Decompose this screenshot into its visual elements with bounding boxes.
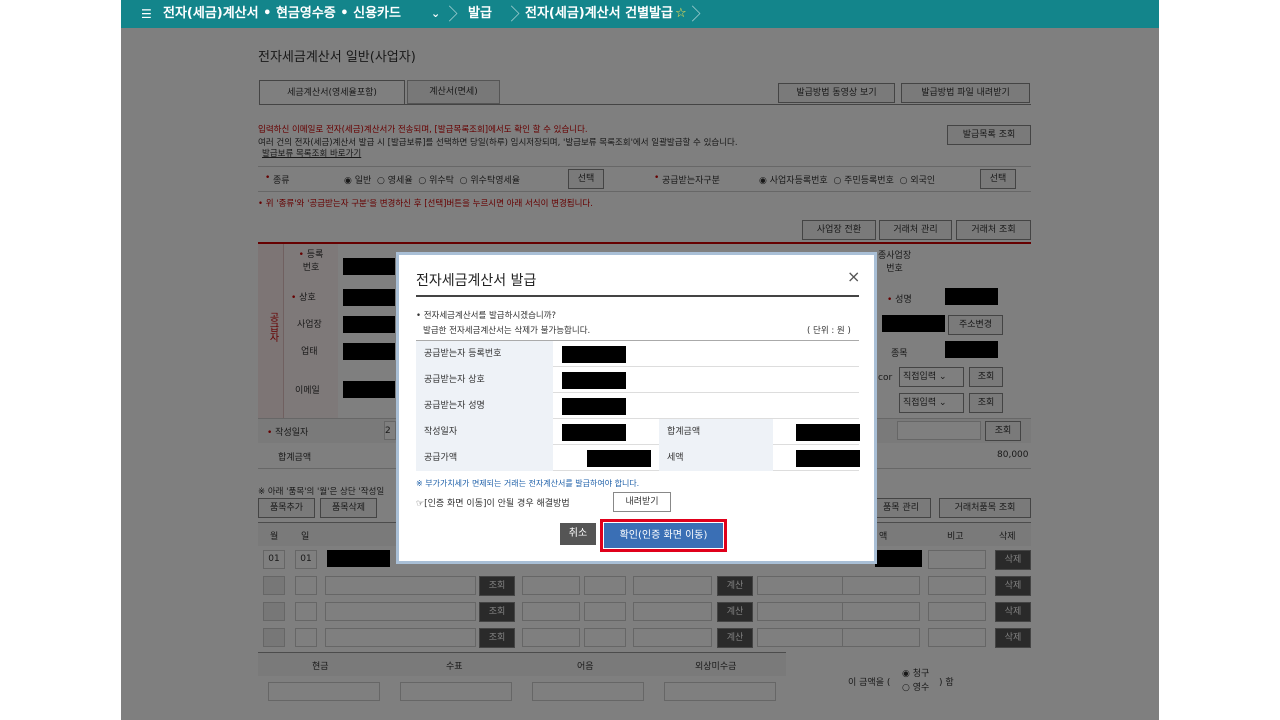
breadcrumb-issue[interactable]: 발급 [468,0,492,28]
confirm-auth-button[interactable]: 확인(인증 화면 이동) [604,523,723,548]
table-row: 공급받는자 등록번호 [416,341,859,367]
top-navigation-bar: ☰ 전자(세금)계산서 • 현금영수증 • 신용카드 ⌄ 발급 전자(세금)계산… [121,0,1159,28]
table-row: 공급받는자 상호 [416,367,859,393]
menu-category[interactable]: 전자(세금)계산서 • 현금영수증 • 신용카드 [163,0,401,28]
breadcrumb-separator-icon [685,0,699,28]
delete-warning: 발급한 전자세금계산서는 삭제가 불가능합니다. [423,326,591,336]
label-receiver-name: 공급받는자 성명 [416,393,553,419]
hamburger-menu-icon[interactable]: ☰ [141,0,152,28]
redacted-value [562,346,626,363]
vat-exempt-note: ※ 부가가치세가 면제되는 거래는 전자계산서를 발급하여야 합니다. [416,479,640,488]
redacted-value [796,424,860,441]
redacted-value [562,372,626,389]
breadcrumb-current[interactable]: 전자(세금)계산서 건별발급 [525,0,673,28]
title-divider [416,295,859,297]
cancel-button[interactable]: 취소 [560,523,596,545]
redacted-value [562,424,626,441]
label-total-amount: 합계금액 [659,419,773,445]
breadcrumb-separator-icon [504,0,518,28]
label-receiver-reg-no: 공급받는자 등록번호 [416,341,553,367]
table-row: 공급가액 세액 [416,445,860,471]
table-row: 공급받는자 성명 [416,393,859,419]
dialog-title: 전자세금계산서 발급 [416,273,537,289]
help-download-button[interactable]: 내려받기 [613,492,671,512]
redacted-value [587,450,651,467]
issue-confirm-dialog: 전자세금계산서 발급 × • 전자세금계산서를 발급하시겠습니까? 발급한 전자… [396,252,877,564]
close-icon[interactable]: × [847,267,860,286]
unit-label: ( 단위 : 원 ) [807,326,851,336]
label-write-date: 작성일자 [416,419,553,445]
redacted-value [796,450,860,467]
label-tax-amount: 세액 [659,445,773,471]
label-supply-amount: 공급가액 [416,445,553,471]
auth-help-text: ☞[인증 화면 이동]이 안될 경우 해결방법 [416,499,570,509]
label-receiver-company: 공급받는자 상호 [416,367,553,393]
chevron-down-icon[interactable]: ⌄ [431,0,440,28]
confirm-question: • 전자세금계산서를 발급하시겠습니까? [416,311,557,321]
table-row: 작성일자 합계금액 [416,419,860,445]
redacted-value [562,398,626,415]
breadcrumb-separator-icon [442,0,456,28]
summary-table: 공급받는자 등록번호 공급받는자 상호 공급받는자 성명 작성일자 합계금액 공… [416,340,860,471]
